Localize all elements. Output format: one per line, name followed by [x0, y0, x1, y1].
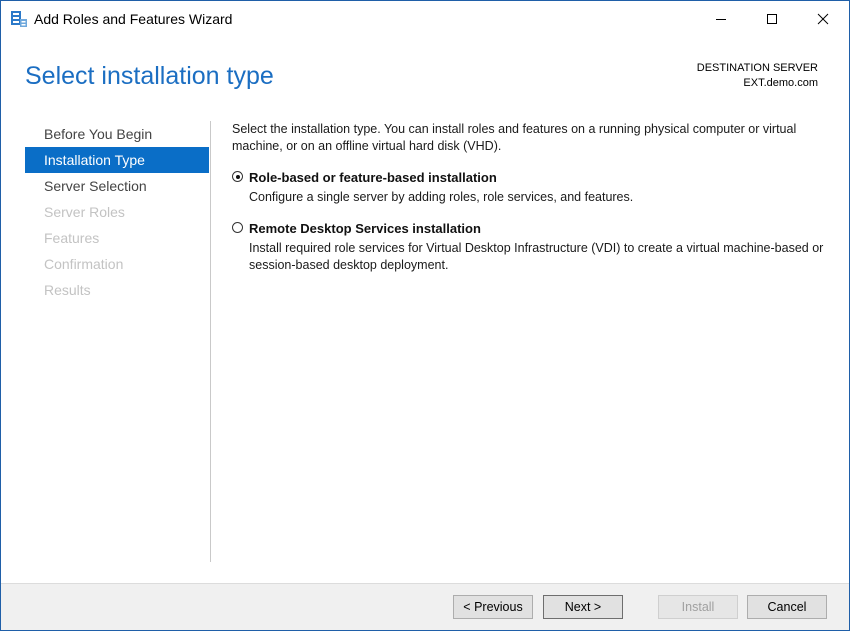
main-content: Select the installation type. You can in…: [232, 121, 828, 274]
maximize-icon: [767, 14, 777, 24]
nav-item-server-selection[interactable]: Server Selection: [25, 173, 209, 199]
next-button[interactable]: Next >: [543, 595, 623, 619]
nav-item-results: Results: [44, 282, 91, 298]
minimize-button[interactable]: [698, 1, 744, 37]
option-role-based-description: Configure a single server by adding role…: [249, 190, 634, 204]
maximize-button[interactable]: [749, 1, 795, 37]
close-button[interactable]: [800, 1, 846, 37]
wizard-window: Add Roles and Features Wizard Select ins…: [0, 0, 850, 631]
nav-item-server-roles: Server Roles: [44, 204, 125, 220]
radio-role-based[interactable]: [232, 171, 243, 182]
option-remote-desktop-description: Install required role services for Virtu…: [249, 241, 824, 272]
option-role-based-title[interactable]: Role-based or feature-based installation: [249, 169, 828, 186]
window-title: Add Roles and Features Wizard: [34, 11, 233, 27]
radio-remote-desktop[interactable]: [232, 222, 243, 233]
previous-button[interactable]: < Previous: [453, 595, 533, 619]
page-title: Select installation type: [25, 62, 274, 90]
nav-divider: [210, 121, 211, 562]
option-remote-desktop-title[interactable]: Remote Desktop Services installation: [249, 220, 828, 237]
option-remote-desktop[interactable]: Remote Desktop Services installation Ins…: [232, 220, 828, 274]
option-role-based[interactable]: Role-based or feature-based installation…: [232, 169, 828, 206]
minimize-icon: [716, 19, 726, 20]
button-bar: < Previous Next > Install Cancel: [1, 583, 849, 630]
title-bar[interactable]: Add Roles and Features Wizard: [1, 1, 849, 37]
nav-item-before-you-begin[interactable]: Before You Begin: [25, 121, 209, 147]
intro-text: Select the installation type. You can in…: [232, 122, 797, 153]
nav-item-features: Features: [44, 230, 100, 246]
wizard-steps-nav: Before You Begin Installation Type Serve…: [25, 121, 209, 303]
nav-item-installation-type[interactable]: Installation Type: [25, 147, 209, 173]
cancel-button[interactable]: Cancel: [747, 595, 827, 619]
destination-server-label: DESTINATION SERVER: [696, 62, 818, 74]
server-manager-icon: [11, 11, 27, 27]
nav-item-confirmation: Confirmation: [44, 256, 124, 272]
install-button: Install: [658, 595, 738, 619]
destination-server-value: EXT.demo.com: [743, 77, 818, 89]
close-icon: [817, 13, 829, 25]
